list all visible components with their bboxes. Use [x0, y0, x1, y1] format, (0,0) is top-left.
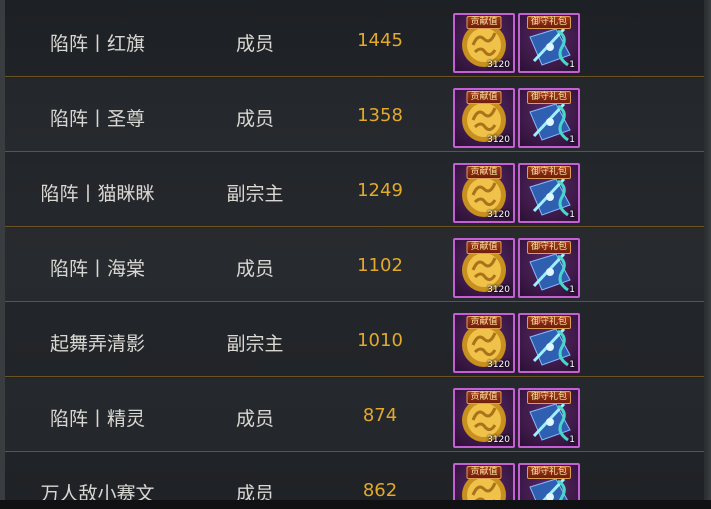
member-row[interactable]: 陷阵丨猫眯眯 副宗主 1249 贡献值 3120 御守礼包 1 [5, 153, 704, 227]
reward-tag: 贡献值 [466, 391, 502, 404]
reward-tag: 御守礼包 [526, 241, 572, 254]
reward-count: 3120 [487, 360, 510, 370]
reward-tag: 御守礼包 [526, 391, 572, 404]
reward-item-contribution[interactable]: 贡献值 3120 [453, 238, 515, 298]
member-rank: 成员 [235, 408, 274, 430]
reward-item-gift-pack[interactable]: 御守礼包 1 [518, 388, 580, 448]
member-score: 862 [362, 480, 398, 500]
reward-item-gift-pack[interactable]: 御守礼包 1 [518, 313, 580, 373]
member-name: 陷阵丨猫眯眯 [40, 183, 155, 205]
panel-frame-bottom [0, 500, 711, 509]
reward-count: 1 [569, 60, 575, 70]
member-rank: 副宗主 [226, 333, 284, 355]
reward-count: 1 [569, 435, 575, 445]
member-list[interactable]: 陷阵丨红旗 成员 1445 贡献值 3120 御守礼包 1 陷阵丨圣尊 成员 1… [5, 0, 704, 500]
reward-item-gift-pack[interactable]: 御守礼包 1 [518, 88, 580, 148]
member-score: 1102 [357, 255, 403, 276]
reward-item-contribution[interactable]: 贡献值 3120 [453, 388, 515, 448]
member-rank: 成员 [235, 258, 274, 280]
reward-item-contribution[interactable]: 贡献值 3120 [453, 163, 515, 223]
reward-count: 1 [569, 135, 575, 145]
reward-item-contribution[interactable]: 贡献值 3120 [453, 88, 515, 148]
member-row[interactable]: 陷阵丨红旗 成员 1445 贡献值 3120 御守礼包 1 [5, 3, 704, 77]
reward-count: 3120 [487, 210, 510, 220]
member-name: 万人敌小赛文 [40, 483, 155, 500]
reward-count: 3120 [487, 135, 510, 145]
reward-tag: 御守礼包 [526, 91, 572, 104]
member-rank: 副宗主 [226, 183, 284, 205]
member-name: 陷阵丨精灵 [49, 408, 145, 430]
member-name: 陷阵丨海棠 [49, 258, 145, 280]
reward-tag: 贡献值 [466, 91, 502, 104]
panel-frame-right [704, 0, 711, 509]
member-ranking-panel: 陷阵丨红旗 成员 1445 贡献值 3120 御守礼包 1 陷阵丨圣尊 成员 1… [0, 0, 711, 509]
reward-item-gift-pack[interactable]: 御守礼包 1 [518, 463, 580, 500]
reward-item-contribution[interactable]: 贡献值 3120 [453, 463, 515, 500]
reward-tag: 御守礼包 [526, 16, 572, 29]
reward-item-contribution[interactable]: 贡献值 3120 [453, 313, 515, 373]
reward-count: 1 [569, 360, 575, 370]
reward-item-gift-pack[interactable]: 御守礼包 1 [518, 238, 580, 298]
member-score: 1445 [357, 30, 403, 51]
reward-tag: 贡献值 [466, 241, 502, 254]
reward-item-gift-pack[interactable]: 御守礼包 1 [518, 163, 580, 223]
member-score: 874 [362, 405, 398, 426]
member-name: 起舞弄清影 [49, 333, 145, 355]
member-row[interactable]: 起舞弄清影 副宗主 1010 贡献值 3120 御守礼包 1 [5, 303, 704, 377]
member-score: 1010 [357, 330, 403, 351]
member-rank: 成员 [235, 108, 274, 130]
reward-tag: 御守礼包 [526, 316, 572, 329]
reward-tag: 贡献值 [466, 466, 502, 479]
member-row[interactable]: 陷阵丨海棠 成员 1102 贡献值 3120 御守礼包 1 [5, 228, 704, 302]
reward-item-gift-pack[interactable]: 御守礼包 1 [518, 13, 580, 73]
reward-tag: 贡献值 [466, 16, 502, 29]
reward-count: 3120 [487, 60, 510, 70]
member-score: 1358 [357, 105, 403, 126]
member-rank: 成员 [235, 33, 274, 55]
reward-tag: 贡献值 [466, 166, 502, 179]
reward-tag: 御守礼包 [526, 166, 572, 179]
reward-tag: 御守礼包 [526, 466, 572, 479]
member-name: 陷阵丨圣尊 [49, 108, 145, 130]
member-row[interactable]: 陷阵丨精灵 成员 874 贡献值 3120 御守礼包 1 [5, 378, 704, 452]
reward-count: 1 [569, 285, 575, 295]
reward-tag: 贡献值 [466, 316, 502, 329]
reward-count: 3120 [487, 285, 510, 295]
reward-count: 1 [569, 210, 575, 220]
reward-item-contribution[interactable]: 贡献值 3120 [453, 13, 515, 73]
member-name: 陷阵丨红旗 [49, 33, 145, 55]
member-score: 1249 [357, 180, 403, 201]
member-row[interactable]: 万人敌小赛文 成员 862 贡献值 3120 御守礼包 1 [5, 453, 704, 500]
member-rank: 成员 [235, 483, 274, 500]
reward-count: 3120 [487, 435, 510, 445]
member-row[interactable]: 陷阵丨圣尊 成员 1358 贡献值 3120 御守礼包 1 [5, 78, 704, 152]
